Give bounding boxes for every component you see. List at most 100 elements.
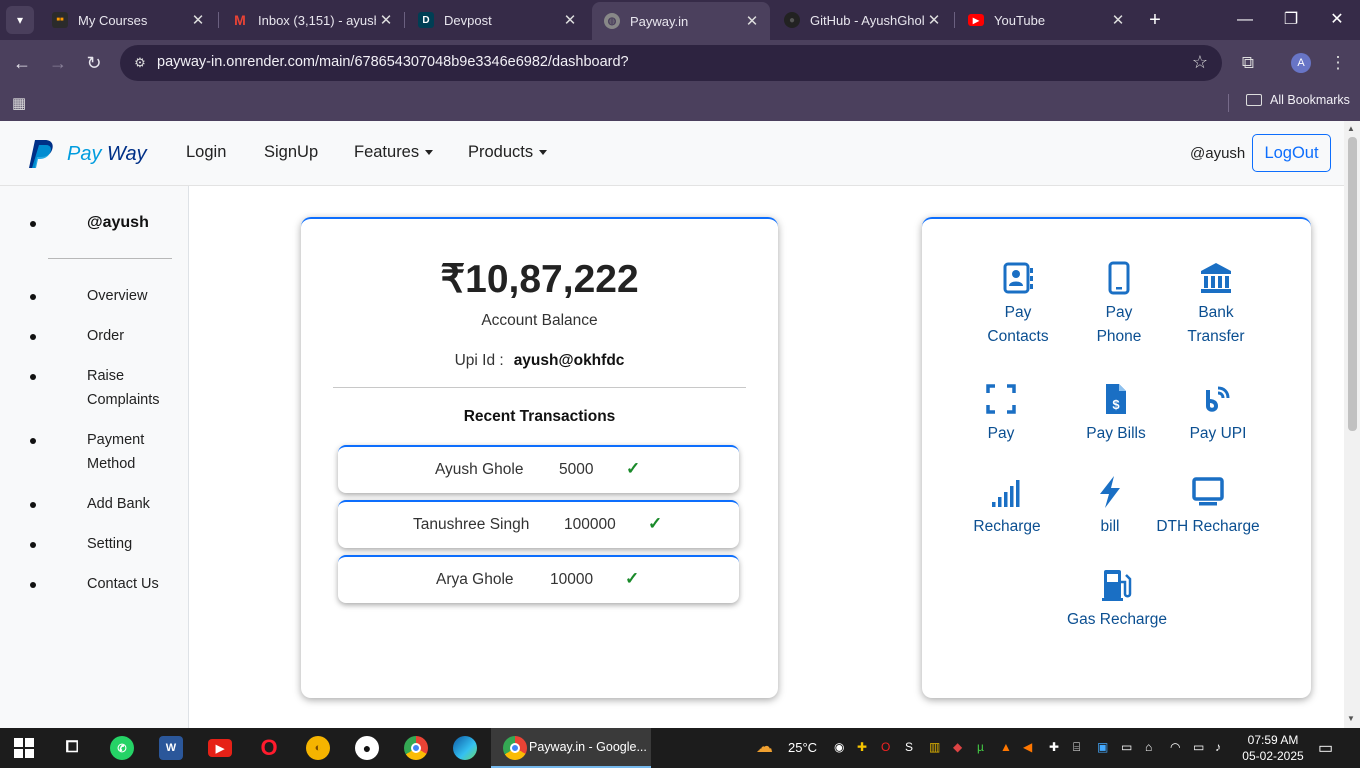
tab-github[interactable]: ● GitHub - AyushGhole ✕ bbox=[772, 4, 952, 36]
new-tab-button[interactable]: + bbox=[1143, 8, 1167, 32]
notification-icon[interactable]: ▭ bbox=[1318, 738, 1333, 758]
chrome-icon[interactable] bbox=[404, 736, 428, 760]
nav-signup[interactable]: SignUp bbox=[264, 143, 318, 162]
tab-gmail[interactable]: M Inbox (3,151) - ayush ✕ bbox=[220, 4, 404, 36]
opera-icon[interactable]: O bbox=[257, 735, 281, 760]
nav-products-dropdown[interactable]: Products bbox=[468, 143, 548, 162]
pay-scan-button[interactable]: Pay bbox=[966, 382, 1036, 446]
folder-icon bbox=[1246, 94, 1262, 106]
reload-button[interactable]: ↻ bbox=[81, 50, 107, 76]
weather-icon[interactable]: ☁ bbox=[756, 737, 773, 757]
tab-search-button[interactable]: ▾ bbox=[6, 6, 34, 34]
close-tab-icon[interactable]: ✕ bbox=[560, 11, 580, 29]
electricity-bill-button[interactable]: bill bbox=[1088, 475, 1132, 539]
address-bar[interactable]: ⚙ payway-in.onrender.com/main/6786543070… bbox=[120, 45, 1222, 81]
tray-app-icon[interactable]: ▣ bbox=[1097, 740, 1108, 754]
sidebar-item-add-bank[interactable]: Add Bank bbox=[87, 492, 182, 516]
scroll-down-icon[interactable]: ▼ bbox=[1347, 714, 1355, 723]
transaction-name: Tanushree Singh bbox=[413, 516, 530, 533]
apps-grid-icon[interactable]: ▦ bbox=[12, 94, 26, 112]
service-label: Bank Transfer bbox=[1187, 304, 1245, 345]
close-window-button[interactable]: ✕ bbox=[1322, 8, 1352, 32]
tray-app-icon[interactable]: ✚ bbox=[857, 740, 867, 754]
extensions-icon[interactable]: ⧉ bbox=[1237, 52, 1259, 74]
upi-icon bbox=[1206, 386, 1230, 412]
transaction-amount: 5000 bbox=[559, 461, 594, 478]
temperature[interactable]: 25°C bbox=[788, 740, 817, 755]
vlc-icon[interactable]: ▲ bbox=[1000, 740, 1012, 754]
wifi-icon[interactable]: ◠ bbox=[1170, 740, 1180, 754]
bullet-icon bbox=[30, 334, 36, 340]
scrollbar-thumb[interactable] bbox=[1348, 137, 1357, 431]
sidebar-item-order[interactable]: Order bbox=[87, 324, 182, 348]
pay-contacts-button[interactable]: Pay Contacts bbox=[983, 261, 1053, 349]
close-tab-icon[interactable]: ✕ bbox=[376, 11, 396, 29]
tab-devpost[interactable]: D Devpost ✕ bbox=[406, 4, 588, 36]
transaction-row[interactable]: Ayush Ghole 5000 ✓ bbox=[338, 445, 739, 493]
gas-recharge-button[interactable]: Gas Recharge bbox=[1064, 568, 1170, 632]
close-tab-icon[interactable]: ✕ bbox=[924, 11, 944, 29]
tray-app-icon[interactable]: ▥ bbox=[929, 740, 940, 754]
back-button[interactable]: ← bbox=[9, 50, 35, 76]
usb-icon[interactable]: ⌸ bbox=[1073, 740, 1080, 755]
utorrent-icon[interactable]: µ bbox=[977, 740, 984, 754]
discord-icon[interactable]: ◉ bbox=[834, 740, 844, 754]
skype-icon[interactable]: S bbox=[905, 740, 913, 754]
transaction-row[interactable]: Tanushree Singh 100000 ✓ bbox=[338, 500, 739, 548]
taskbar-clock[interactable]: 07:59 AM 05-02-2025 bbox=[1242, 732, 1304, 764]
recharge-button[interactable]: Recharge bbox=[968, 475, 1046, 539]
security-icon[interactable]: ✚ bbox=[1049, 740, 1059, 754]
menu-kebab-icon[interactable]: ⋮ bbox=[1327, 52, 1349, 74]
github-icon: ● bbox=[784, 12, 800, 28]
pay-bills-button[interactable]: $ Pay Bills bbox=[1080, 382, 1152, 446]
minimize-button[interactable]: — bbox=[1230, 8, 1260, 32]
sidebar-item-payment-method[interactable]: Payment Method bbox=[87, 428, 157, 476]
word-icon[interactable]: W bbox=[159, 736, 183, 760]
sidebar-item-raise-complaints[interactable]: Raise Complaints bbox=[87, 364, 167, 412]
tray-app-icon[interactable]: ◀ bbox=[1023, 740, 1032, 754]
transaction-name: Arya Ghole bbox=[436, 571, 514, 588]
forward-button[interactable]: → bbox=[45, 50, 71, 76]
sidebar-item-setting[interactable]: Setting bbox=[87, 532, 182, 556]
close-tab-icon[interactable]: ✕ bbox=[188, 11, 208, 29]
sidebar-item-overview[interactable]: Overview bbox=[87, 284, 182, 308]
edge-icon[interactable] bbox=[453, 736, 477, 760]
tab-youtube[interactable]: ▶ YouTube ✕ bbox=[956, 4, 1136, 36]
nav-login[interactable]: Login bbox=[186, 143, 226, 162]
windows-start-icon[interactable] bbox=[12, 736, 36, 760]
logout-button[interactable]: LogOut bbox=[1252, 134, 1331, 172]
restore-button[interactable]: ❐ bbox=[1276, 8, 1306, 32]
pay-phone-button[interactable]: Pay Phone bbox=[1084, 261, 1154, 349]
nav-features-dropdown[interactable]: Features bbox=[354, 143, 434, 162]
page-scrollbar[interactable]: ▲ ▼ bbox=[1344, 121, 1360, 728]
opera-tray-icon[interactable]: O bbox=[881, 740, 890, 754]
bookmark-star-icon[interactable]: ☆ bbox=[1192, 52, 1208, 73]
volume-icon[interactable]: ♪ bbox=[1215, 740, 1221, 754]
bank-transfer-button[interactable]: Bank Transfer bbox=[1181, 261, 1251, 349]
all-bookmarks-button[interactable]: All Bookmarks bbox=[1246, 93, 1350, 107]
close-tab-icon[interactable]: ✕ bbox=[742, 12, 762, 30]
battery-icon[interactable]: ▭ bbox=[1193, 740, 1204, 754]
tab-title: Devpost bbox=[444, 12, 492, 28]
tab-my-courses[interactable]: ■■ My Courses ✕ bbox=[40, 4, 216, 36]
display-icon[interactable]: ▭ bbox=[1121, 740, 1132, 754]
task-view-icon[interactable]: ⧠ bbox=[60, 736, 84, 760]
pay-upi-button[interactable]: Pay UPI bbox=[1180, 382, 1256, 446]
whatsapp-icon[interactable]: ✆ bbox=[110, 736, 134, 760]
profile-avatar[interactable]: A bbox=[1291, 53, 1311, 73]
scroll-up-icon[interactable]: ▲ bbox=[1347, 124, 1355, 133]
dth-recharge-button[interactable]: DTH Recharge bbox=[1156, 475, 1260, 539]
taskbar-active-chrome-window[interactable]: Payway.in - Google... bbox=[491, 728, 651, 768]
youtube-app-icon[interactable]: ▶ bbox=[208, 739, 232, 757]
transaction-row[interactable]: Arya Ghole 10000 ✓ bbox=[338, 555, 739, 603]
app-icon[interactable]: ◐ bbox=[306, 736, 330, 760]
payway-logo[interactable]: Pay Way bbox=[27, 139, 147, 169]
site-info-icon[interactable]: ⚙ bbox=[130, 53, 150, 73]
service-label: Pay bbox=[987, 425, 1015, 442]
tray-app-icon[interactable]: ⌂ bbox=[1145, 740, 1152, 754]
tray-app-icon[interactable]: ◆ bbox=[953, 740, 962, 754]
github-desktop-icon[interactable]: ● bbox=[355, 736, 379, 760]
close-tab-icon[interactable]: ✕ bbox=[1108, 11, 1128, 29]
tab-payway[interactable]: ◍ Payway.in ✕ bbox=[592, 2, 770, 40]
sidebar-item-contact-us[interactable]: Contact Us bbox=[87, 572, 182, 596]
